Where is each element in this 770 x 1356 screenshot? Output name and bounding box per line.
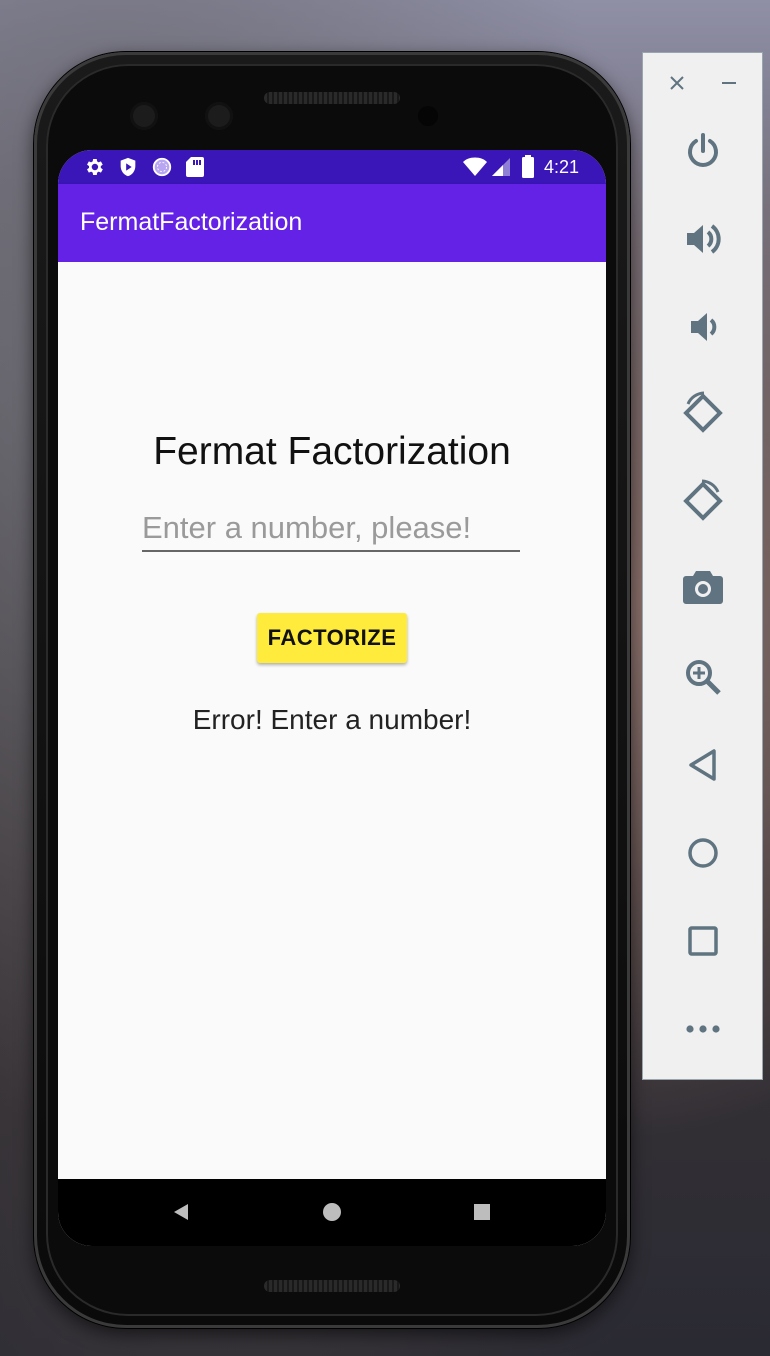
- bottom-speaker: [264, 1280, 400, 1292]
- home-icon[interactable]: [681, 831, 725, 875]
- phone-screen: 4:21 FermatFactorization Fermat Factoriz…: [58, 150, 606, 1246]
- wifi-icon: [462, 156, 488, 183]
- overview-icon[interactable]: [681, 919, 725, 963]
- zoom-icon[interactable]: [681, 655, 725, 699]
- minimize-icon[interactable]: [717, 71, 741, 95]
- recents-icon[interactable]: [469, 1199, 495, 1225]
- navigation-bar: [58, 1179, 606, 1246]
- emulator-control-panel: [642, 52, 763, 1080]
- status-time: 4:21: [544, 157, 580, 177]
- result-text: Error! Enter a number!: [192, 704, 472, 735]
- sd-card-icon: [185, 156, 205, 183]
- close-icon[interactable]: [665, 71, 689, 95]
- shield-icon: [117, 156, 139, 183]
- back-icon[interactable]: [681, 743, 725, 787]
- volume-down-icon[interactable]: [681, 305, 725, 349]
- number-input[interactable]: [142, 506, 520, 552]
- proximity-sensor: [418, 106, 438, 126]
- front-camera-icon: [130, 102, 158, 130]
- rotate-left-icon[interactable]: [679, 389, 727, 437]
- factorize-button[interactable]: FACTORIZE: [257, 613, 407, 663]
- battery-icon: [521, 155, 535, 184]
- front-camera-icon: [205, 102, 233, 130]
- page-title: Fermat Factorization: [153, 430, 511, 473]
- power-icon[interactable]: [681, 129, 725, 173]
- sync-icon: [151, 156, 173, 183]
- back-icon[interactable]: [168, 1199, 194, 1225]
- camera-icon[interactable]: [681, 565, 725, 609]
- more-icon[interactable]: [681, 1007, 725, 1051]
- app-title: FermatFactorization: [80, 208, 303, 236]
- home-icon[interactable]: [319, 1199, 345, 1225]
- settings-icon: [83, 156, 105, 183]
- app-bar: FermatFactorization: [58, 184, 606, 262]
- earpiece-speaker: [264, 92, 400, 104]
- main-content: Fermat Factorization FACTORIZE Error! En…: [58, 262, 606, 1179]
- status-bar: 4:21: [58, 150, 606, 184]
- rotate-right-icon[interactable]: [679, 477, 727, 525]
- volume-up-icon[interactable]: [681, 217, 725, 261]
- signal-icon: [490, 156, 512, 183]
